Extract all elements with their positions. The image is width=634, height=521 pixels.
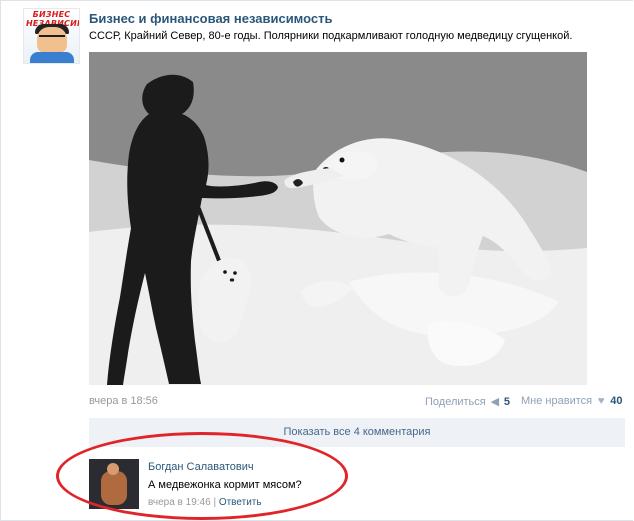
highlight-ellipse bbox=[56, 432, 348, 520]
heart-icon: ♥ bbox=[597, 395, 605, 407]
share-count: 5 bbox=[503, 396, 510, 408]
post-text: СССР, Крайний Север, 80-е годы. Полярник… bbox=[89, 30, 573, 42]
share-label: Поделиться bbox=[425, 396, 486, 408]
like-button[interactable]: Мне нравится ♥ 40 bbox=[521, 395, 622, 407]
avatar-glasses bbox=[39, 35, 65, 43]
share-button[interactable]: Поделиться ◀ 5 bbox=[425, 395, 510, 408]
megaphone-icon: ◀ bbox=[490, 396, 500, 408]
post-photo[interactable] bbox=[89, 52, 587, 385]
group-avatar[interactable]: БИЗНЕС НЕЗАВИСИМОСТЬ bbox=[23, 8, 80, 64]
like-label: Мне нравится bbox=[521, 395, 593, 407]
post-time[interactable]: вчера в 18:56 bbox=[89, 395, 158, 407]
like-count: 40 bbox=[610, 395, 623, 407]
post-author-link[interactable]: Бизнес и финансовая независимость bbox=[89, 11, 332, 26]
avatar-shirt bbox=[30, 52, 74, 63]
polar-photo-illustration bbox=[89, 52, 587, 385]
